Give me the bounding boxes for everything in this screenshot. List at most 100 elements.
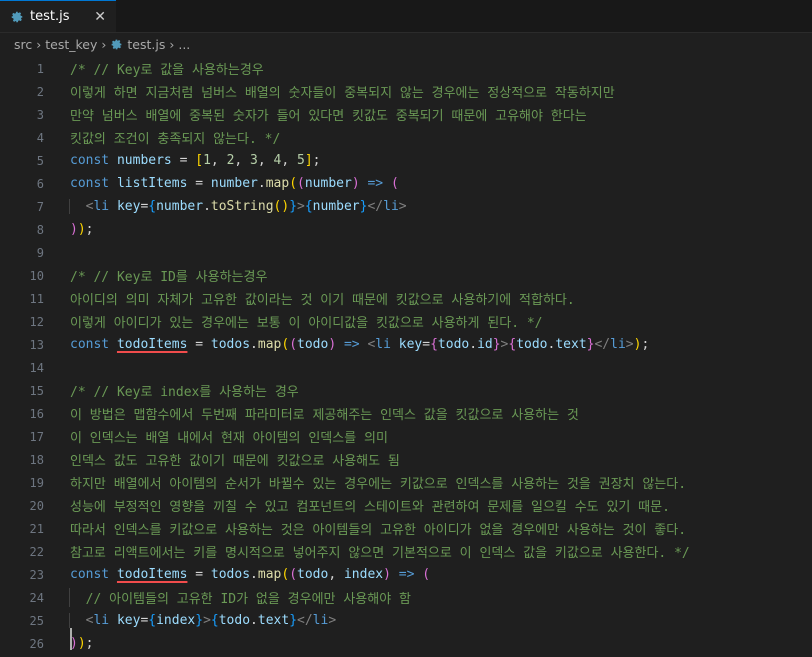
code-line[interactable]: 20 성능에 부정적인 영향을 끼칠 수 있고 컴포넌트의 스테이트와 관련하여 … [0,494,812,517]
breadcrumb-item-test-key[interactable]: test_key [45,37,97,52]
line-number: 14 [29,360,44,375]
code-text: /* // Key로 값을 사용하는경우 [70,59,264,78]
code-token: ) [70,222,78,237]
code-text: // 아이템들의 고유한 ID가 없을 경우에만 사용해야 함 [69,588,411,607]
tab-bar-empty-space [116,0,812,32]
code-token: todoItems [116,337,188,352]
chevron-right-icon: › [36,36,42,52]
code-token: const [70,337,117,352]
code-line[interactable]: 14 [0,356,812,379]
code-token: = [187,337,211,352]
code-line[interactable]: 1 /* // Key로 값을 사용하는경우 [0,57,812,80]
code-token: id [477,337,493,352]
code-line[interactable]: 11 아이디의 의미 자체가 고유한 값이라는 것 이기 때문에 킷값으로 사용하… [0,287,812,310]
code-token: numbers [116,153,172,168]
line-number: 21 [29,521,44,536]
editor-tab-bar: test.js ✕ [0,0,812,33]
code-line[interactable]: 2 이렇게 하면 지금처럼 넘버스 배열의 숫자들이 중복되지 않는 경우에는 정… [0,80,812,103]
text-cursor [70,628,72,650]
code-editor[interactable]: 1 /* // Key로 값을 사용하는경우 2 이렇게 하면 지금처럼 넘버스 배열… [0,55,812,655]
code-token: li [93,613,110,628]
breadcrumb-item-test-js[interactable]: test.js [127,37,165,52]
line-number: 23 [29,567,44,582]
line-number: 16 [29,406,44,421]
code-line[interactable]: 23 const todoItems = todos.map((todo, ind… [0,563,812,586]
code-token: todos [210,567,251,582]
code-token: ( [297,176,305,191]
code-token: ; [312,153,321,168]
code-line[interactable]: 19 하지만 배열에서 아이템의 순서가 바뀔수 있는 경우에는 키값으로 인덱스… [0,471,812,494]
code-text: 이렇게 하면 지금처럼 넘버스 배열의 숫자들이 중복되지 않는 경우에는 정상… [70,82,615,101]
line-number: 24 [29,590,44,605]
code-line[interactable]: 24 // 아이템들의 고유한 ID가 없을 경우에만 사용해야 함 [0,586,812,609]
code-line[interactable]: 21 따라서 인덱스를 키값으로 사용하는 것은 아이템들의 고유한 아이디가 없… [0,517,812,540]
code-token: ) [351,176,360,191]
breadcrumb-item-src[interactable]: src [14,37,32,52]
code-line[interactable]: 17 이 인덱스는 배열 내에서 현재 아이템의 인덱스를 의미 [0,425,812,448]
code-token: ) [77,636,86,651]
code-token: { [430,337,438,352]
code-token: listItems [116,176,188,191]
code-token: map [257,337,282,352]
code-token: 아이디의 의미 자체가 고유한 값이라는 것 이기 때문에 킷값으로 사용하기에… [70,293,575,308]
code-token: li [312,613,329,628]
code-token: > [203,613,211,628]
code-line[interactable]: 12 이렇게 아이디가 있는 경우에는 보통 이 아이디값을 킷값으로 사용하게 … [0,310,812,333]
code-line[interactable]: 22 참고로 리액트에서는 키를 명시적으로 넣어주지 않으면 기본적으로 이 인… [0,540,812,563]
code-text: 이 인덱스는 배열 내에서 현재 아이템의 인덱스를 의미 [70,427,388,446]
line-number: 5 [36,153,44,168]
code-token: = [422,337,431,352]
line-number: 9 [36,245,44,260]
code-line[interactable]: 26)); [0,632,812,655]
code-token: key [116,199,141,214]
line-number: 12 [29,314,44,329]
code-text: 하지만 배열에서 아이템의 순서가 바뀔수 있는 경우에는 키값으로 인덱스를 … [70,473,686,492]
code-token: > [398,199,407,214]
code-token: 이 인덱스는 배열 내에서 현재 아이템의 인덱스를 의미 [70,431,388,446]
line-number: 26 [29,636,44,651]
indent-guide [69,199,70,214]
code-line[interactable]: 4 킷값의 조건이 충족되지 않는다. */ [0,126,812,149]
code-token: /* // Key로 값을 사용하는경우 [70,63,264,78]
line-number: 3 [36,107,44,122]
code-line[interactable]: 16 이 방법은 맵함수에서 두번째 파라미터로 제공해주는 인덱스 값을 킷값으… [0,402,812,425]
code-token: 하지만 배열에서 아이템의 순서가 바뀔수 있는 경우에는 키값으로 인덱스를 … [70,477,687,492]
code-token: map [265,176,290,191]
code-token: key [398,337,423,352]
code-token: ( [281,567,290,582]
indent-guide [69,588,70,607]
line-number: 18 [29,452,44,467]
tab-test-js[interactable]: test.js ✕ [0,0,116,32]
code-token: </ [367,199,384,214]
close-icon[interactable]: ✕ [94,9,106,25]
code-line[interactable]: 3 만약 넘버스 배열에 중복된 숫자가 들어 있다면 킷값도 중복되기 때문에 … [0,103,812,126]
breadcrumb-item-more[interactable]: ... [178,37,190,52]
code-line[interactable]: 18 인덱스 값도 고유한 값이기 때문에 킷값으로 사용해도 됨 [0,448,812,471]
code-line[interactable]: 9 [0,241,812,264]
code-line[interactable]: 6 const listItems = number.map((number) =… [0,172,812,195]
code-line[interactable]: 7 <li key={number.toString()}>{number}</… [0,195,812,218]
code-line[interactable]: 10 /* // Key로 ID를 사용하는경우 [0,264,812,287]
code-line[interactable]: 13 const todoItems = todos.map((todo) => … [0,333,812,356]
code-token: /* // Key로 ID를 사용하는경우 [70,270,268,285]
code-text: 참고로 리액트에서는 키를 명시적으로 넣어주지 않으면 기본적으로 이 인덱스… [70,542,690,561]
breadcrumb: src › test_key › test.js › ... [0,33,812,55]
line-number: 13 [29,337,44,352]
code-line[interactable]: 15 /* // Key로 index를 사용하는 경우 [0,379,812,402]
code-text: 성능에 부정적인 영향을 끼칠 수 있고 컴포넌트의 스테이트와 관련하여 문제… [70,496,670,515]
code-text: )); [70,222,93,237]
code-token: 1 [203,153,211,168]
code-line[interactable]: 5 const numbers = [1, 2, 3, 4, 5]; [0,149,812,172]
line-number: 20 [29,498,44,513]
code-token: li [93,199,110,214]
code-token: . [250,613,258,628]
code-token: const [70,567,117,582]
code-text: const numbers = [1, 2, 3, 4, 5]; [70,153,321,168]
code-line[interactable]: 8)); [0,218,812,241]
code-token: { [304,199,313,214]
code-line[interactable]: 25 <li key={index}>{todo.text}</li> [0,609,812,632]
code-token: index [156,613,196,628]
